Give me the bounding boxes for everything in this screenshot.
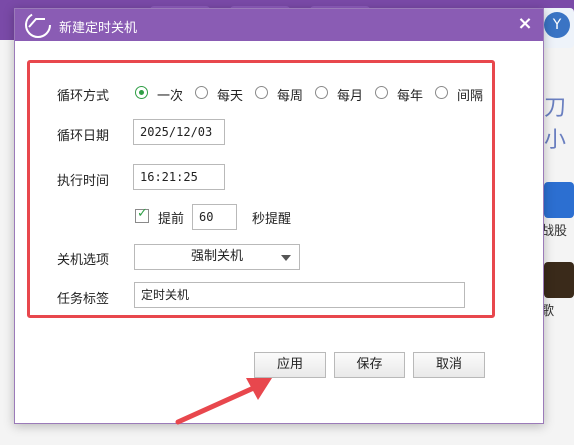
loop-mode-label: 循环方式 <box>57 89 110 104</box>
cancel-button[interactable]: 取消 <box>413 352 485 378</box>
background-label: 战股 <box>541 224 568 239</box>
task-tag-field[interactable]: 定时关机 <box>134 282 465 308</box>
background-avatar: Y <box>540 8 574 48</box>
radio-icon[interactable] <box>255 86 268 99</box>
app-logo-icon <box>25 12 51 38</box>
loop-date-field[interactable]: 2025/12/03 <box>133 119 225 145</box>
background-app-tile <box>544 262 574 298</box>
radio-icon[interactable] <box>435 86 448 99</box>
exec-time-field[interactable]: 16:21:25 <box>133 164 225 190</box>
select-value: 强制关机 <box>190 249 243 264</box>
red-arrow-annotation <box>175 378 272 425</box>
radio-icon[interactable] <box>375 86 388 99</box>
radio-label: 一次 <box>157 89 184 104</box>
shutdown-option-label: 关机选项 <box>57 253 110 268</box>
radio-selected-icon[interactable] <box>135 86 148 99</box>
radio-icon[interactable] <box>315 86 328 99</box>
dialog-titlebar[interactable]: 新建定时关机 × <box>15 9 543 41</box>
check-icon: ✓ <box>137 206 148 221</box>
close-icon[interactable]: × <box>515 13 535 35</box>
background-app-tile <box>544 182 574 218</box>
remind-suffix-label: 秒提醒 <box>252 212 292 227</box>
radio-label: 每年 <box>397 89 424 104</box>
loop-date-label: 循环日期 <box>57 129 110 144</box>
radio-label: 每天 <box>217 89 244 104</box>
radio-icon[interactable] <box>195 86 208 99</box>
remind-seconds-field[interactable]: 60 <box>192 204 237 230</box>
remind-checkbox[interactable]: ✓ <box>135 206 149 223</box>
shutdown-option-select[interactable]: 强制关机 <box>134 244 300 270</box>
dialog-title: 新建定时关机 <box>59 21 138 36</box>
remind-checkbox-label: 提前 <box>158 212 185 227</box>
radio-label: 每月 <box>337 89 364 104</box>
radio-label: 间隔 <box>457 89 484 104</box>
exec-time-label: 执行时间 <box>57 174 110 189</box>
chevron-down-icon[interactable] <box>281 255 291 261</box>
avatar-icon: Y <box>544 12 570 38</box>
background-heading: 刀小 <box>544 96 567 153</box>
radio-label: 每周 <box>277 89 304 104</box>
task-tag-label: 任务标签 <box>57 292 110 307</box>
save-button[interactable]: 保存 <box>334 352 405 378</box>
